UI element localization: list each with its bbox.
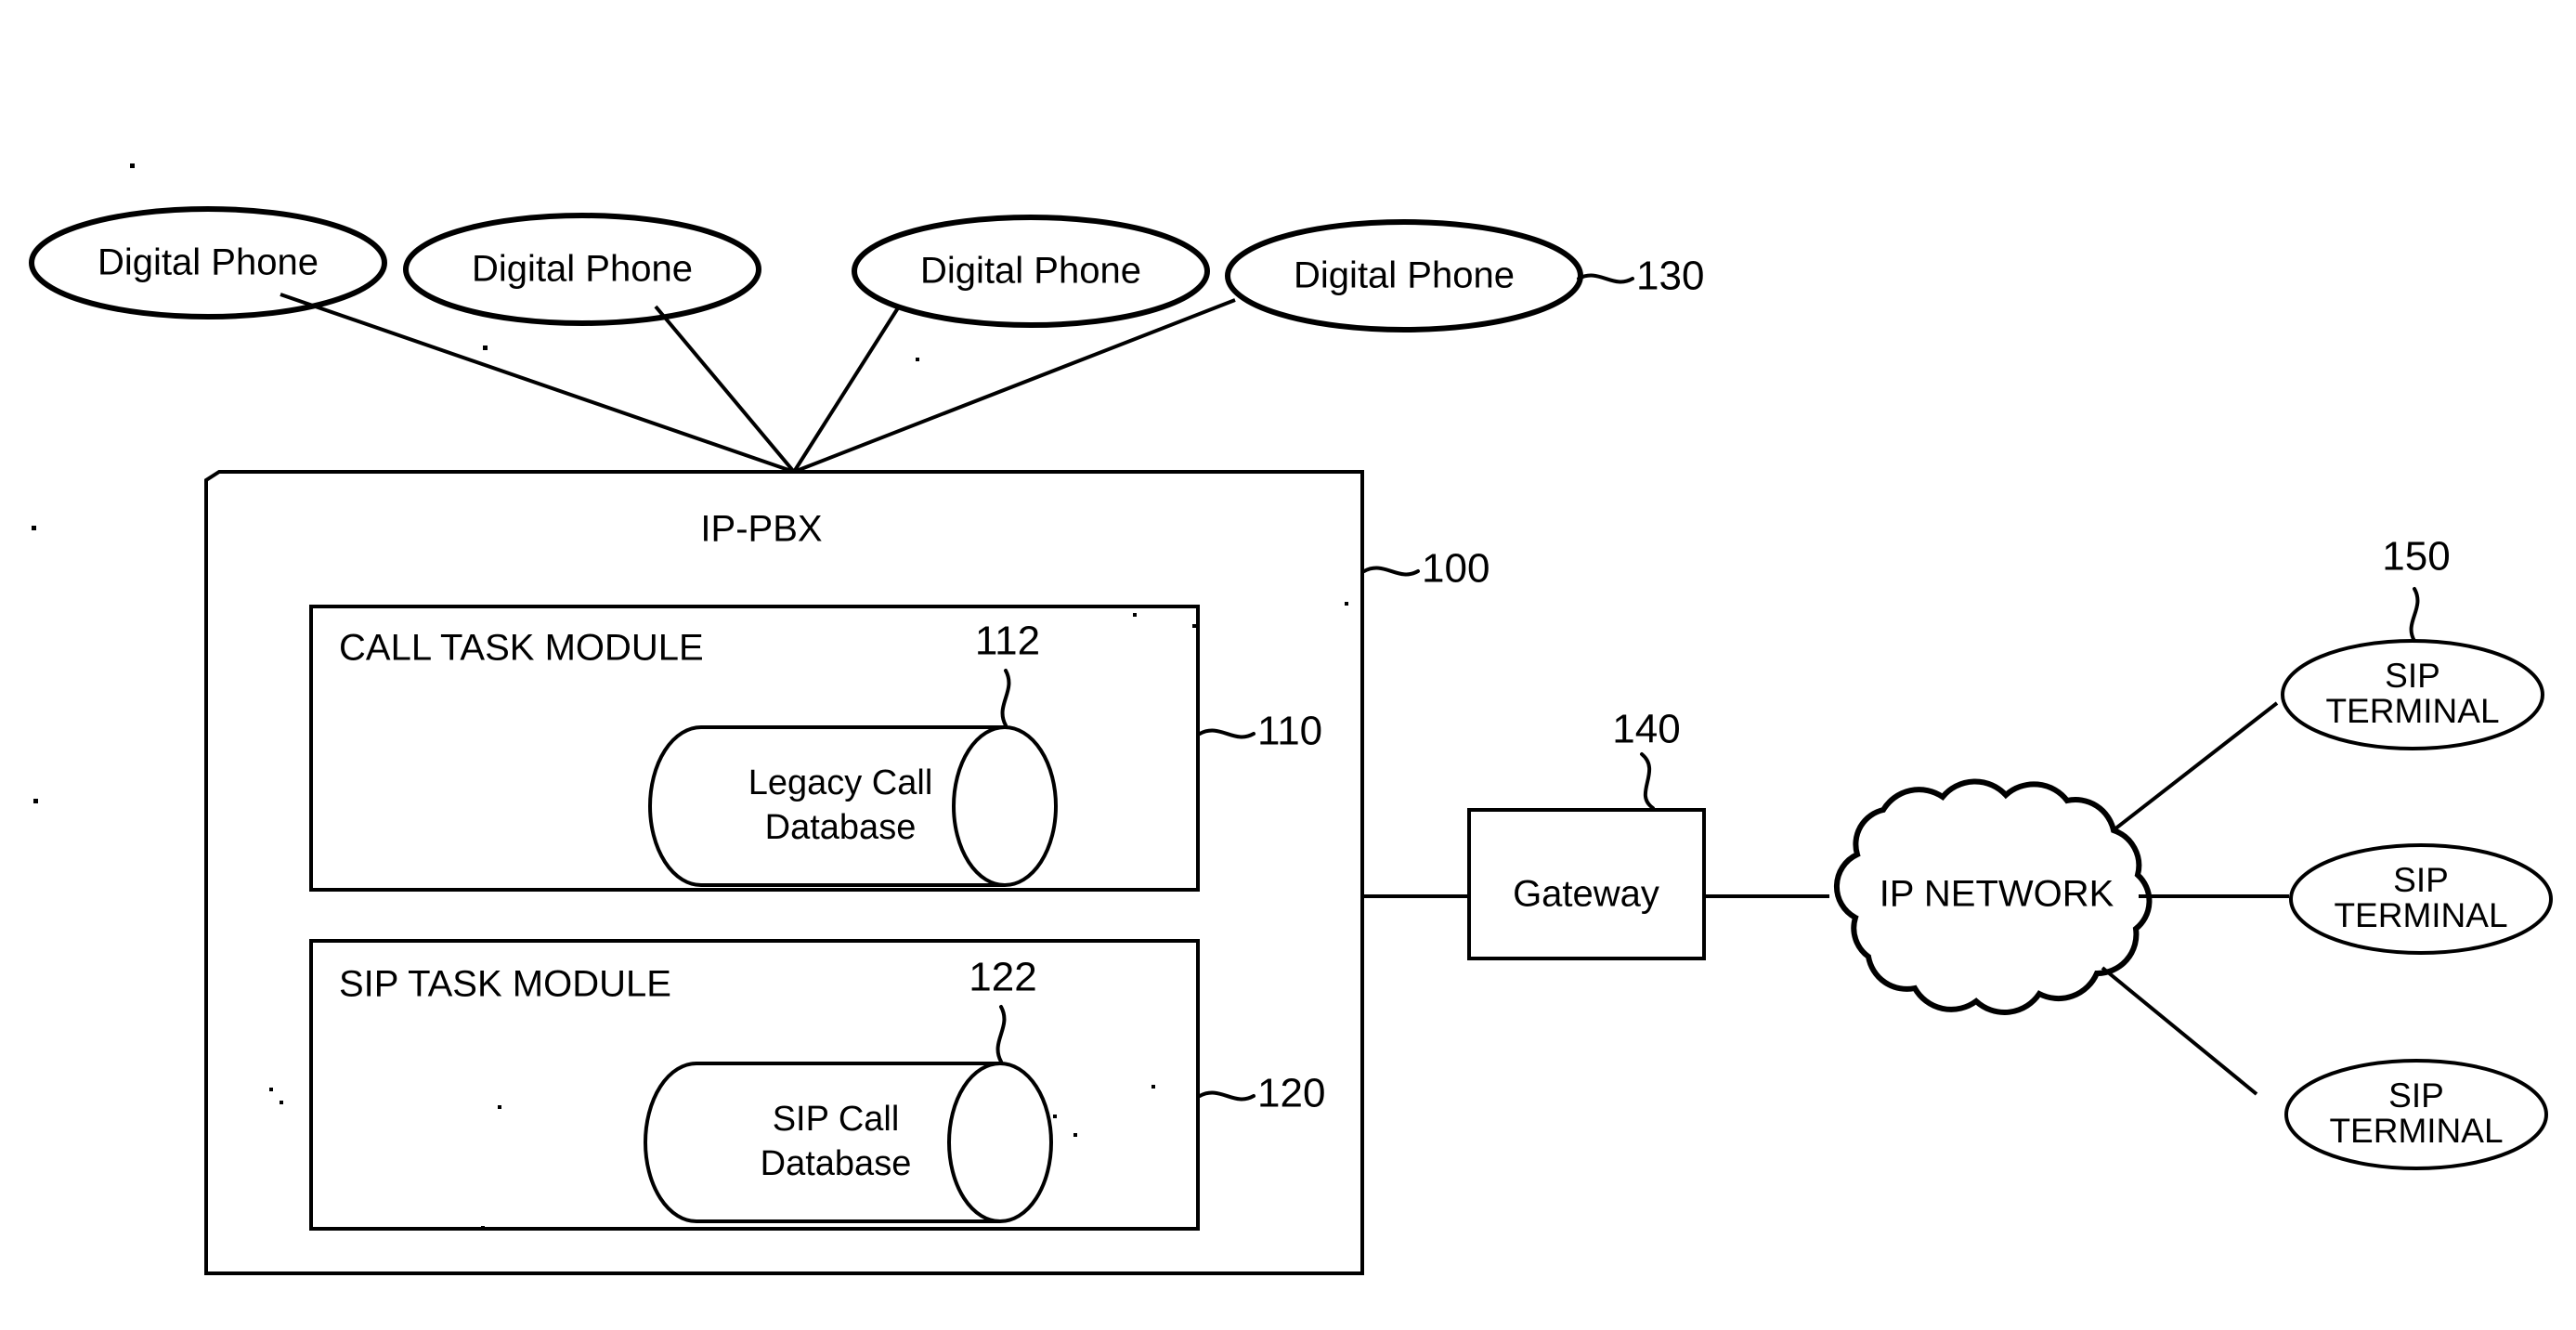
sip-terminal-2-line2: TERMINAL — [2334, 896, 2507, 934]
ip-pbx-title: IP-PBX — [700, 509, 822, 550]
ref-140-label: 140 — [1612, 707, 1680, 752]
ref-140: 140 — [1612, 707, 1681, 810]
legacy-call-database-cylinder[interactable]: Legacy Call Database — [648, 725, 1058, 887]
digital-phone-3-label: Digital Phone — [920, 251, 1141, 292]
sip-terminal-3-line2: TERMINAL — [2329, 1112, 2503, 1150]
sip-terminal-2[interactable]: SIP TERMINAL — [2289, 843, 2553, 955]
patent-figure-canvas: Digital Phone Digital Phone Digital Phon… — [0, 0, 2576, 1330]
gateway-label: Gateway — [1513, 874, 1659, 915]
sip-call-database-cylinder[interactable]: SIP Call Database — [644, 1062, 1053, 1223]
ref-150: 150 — [2382, 534, 2451, 643]
gateway-box[interactable]: Gateway — [1467, 808, 1706, 960]
digital-phone-1-label: Digital Phone — [98, 242, 319, 283]
sip-terminal-3[interactable]: SIP TERMINAL — [2284, 1059, 2548, 1170]
ip-network-label: IP NETWORK — [1880, 874, 2114, 915]
ref-112-label: 112 — [975, 619, 1040, 664]
ref-110: 110 — [1198, 709, 1322, 754]
network-terminal-links — [2101, 701, 2289, 1096]
call-task-module-box[interactable]: CALL TASK MODULE — [309, 605, 1200, 892]
sip-call-database-line2: Database — [761, 1144, 912, 1183]
ref-130-label: 130 — [1636, 254, 1704, 299]
ref-150-label: 150 — [2382, 534, 2450, 580]
ref-100-label: 100 — [1422, 546, 1490, 592]
sip-call-database-line1: SIP Call — [773, 1100, 900, 1139]
ref-112: 112 — [975, 619, 1040, 727]
diagram-svg: Digital Phone Digital Phone Digital Phon… — [29, 163, 2553, 1275]
ip-network-cloud[interactable]: IP NETWORK — [1833, 778, 2153, 1015]
scan-specks — [32, 163, 1348, 1230]
call-task-module-title: CALL TASK MODULE — [339, 628, 704, 669]
sip-terminal-1[interactable]: SIP TERMINAL — [2281, 639, 2544, 750]
digital-phone-2-label: Digital Phone — [472, 249, 693, 290]
ref-100: 100 — [1362, 546, 1490, 592]
sip-terminal-2-line1: SIP — [2393, 861, 2449, 899]
sip-terminal-1-line2: TERMINAL — [2325, 692, 2499, 730]
ref-122: 122 — [969, 955, 1037, 1063]
legacy-call-database-line2: Database — [765, 808, 917, 847]
ref-130: 130 — [1577, 254, 1704, 299]
sip-terminal-3-line1: SIP — [2388, 1076, 2444, 1115]
ref-120: 120 — [1198, 1071, 1325, 1116]
digital-phone-4-label: Digital Phone — [1294, 255, 1515, 296]
digital-phone-4[interactable]: Digital Phone — [1225, 219, 1583, 332]
ref-122-label: 122 — [969, 955, 1036, 1000]
ref-110-label: 110 — [1257, 709, 1322, 754]
digital-phone-3[interactable]: Digital Phone — [852, 215, 1210, 328]
sip-task-module-title: SIP TASK MODULE — [339, 964, 671, 1005]
sip-task-module-box[interactable]: SIP TASK MODULE — [309, 939, 1200, 1231]
legacy-call-database-line1: Legacy Call — [748, 763, 933, 802]
ref-120-label: 120 — [1257, 1071, 1325, 1116]
sip-terminal-1-line1: SIP — [2385, 657, 2440, 695]
digital-phone-1[interactable]: Digital Phone — [29, 206, 387, 319]
digital-phone-2[interactable]: Digital Phone — [403, 213, 761, 326]
